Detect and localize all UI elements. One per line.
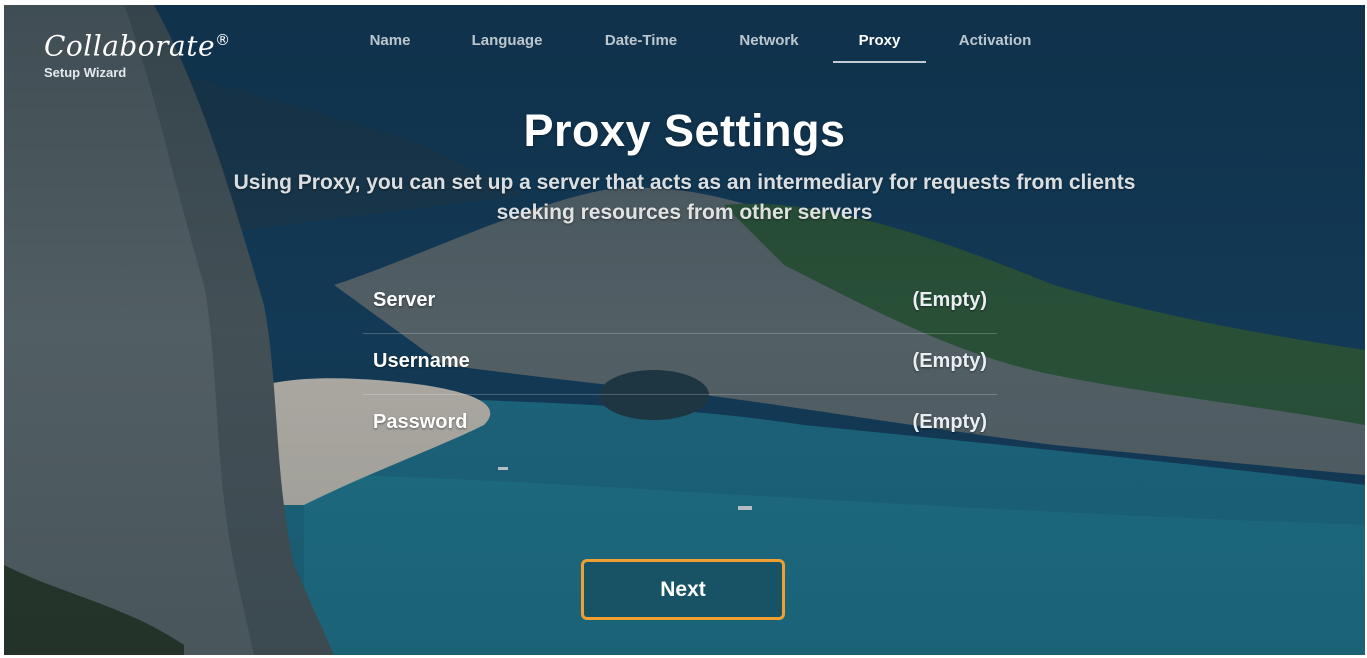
setting-label: Username: [373, 350, 470, 372]
page-description: Using Proxy, you can set up a server tha…: [233, 171, 1136, 224]
page-title: Proxy Settings: [523, 105, 846, 156]
setup-wizard-screen: Collaborate® Setup Wizard Name Language …: [4, 5, 1365, 655]
next-button[interactable]: Next: [581, 559, 785, 620]
tab-proxy[interactable]: Proxy: [833, 31, 926, 63]
tab-date-time[interactable]: Date-Time: [594, 31, 688, 61]
setting-value: (Empty): [912, 350, 987, 372]
tab-activation[interactable]: Activation: [948, 31, 1042, 61]
setting-row-password[interactable]: Password (Empty): [363, 394, 997, 455]
setting-value: (Empty): [912, 411, 987, 433]
setting-label: Password: [373, 411, 468, 433]
wizard-steps-nav: Name Language Date-Time Network Proxy Ac…: [4, 31, 1365, 67]
setup-wizard-label: Setup Wizard: [44, 65, 127, 81]
setting-row-username[interactable]: Username (Empty): [363, 333, 997, 394]
setting-label: Server: [373, 289, 436, 311]
setting-row-server[interactable]: Server (Empty): [363, 273, 997, 333]
tab-language[interactable]: Language: [462, 31, 552, 61]
tab-network[interactable]: Network: [728, 31, 810, 61]
proxy-settings-list: Server (Empty) Username (Empty) Password…: [363, 273, 997, 455]
tab-name[interactable]: Name: [360, 31, 420, 61]
setting-value: (Empty): [912, 289, 987, 311]
